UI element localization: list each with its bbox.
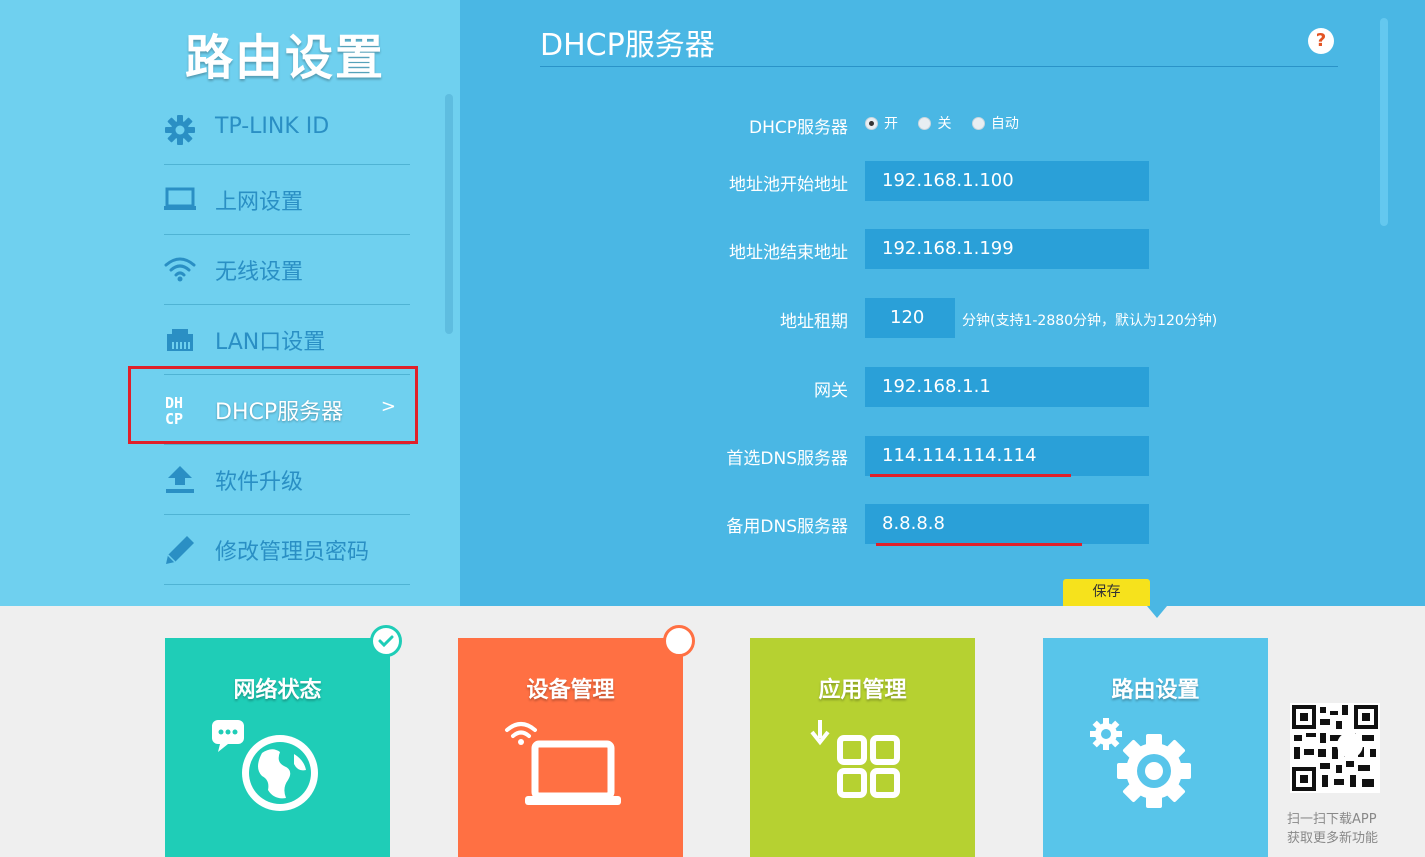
lease-hint: 分钟(支持1-2880分钟，默认为120分钟) xyxy=(962,313,1218,329)
wifi-icon xyxy=(164,254,196,284)
status-badge-icon xyxy=(663,625,695,657)
laptop-icon xyxy=(164,184,196,214)
sidebar-item-label: LAN口设置 xyxy=(215,330,326,355)
tile-network-status[interactable]: 网络状态 xyxy=(165,625,402,857)
pencil-icon xyxy=(164,534,196,564)
tile-label: 应用管理 xyxy=(818,678,907,703)
lan-port-icon xyxy=(164,324,196,354)
radio-dot-icon xyxy=(971,117,985,130)
sidebar-title: 路由设置 xyxy=(185,30,386,86)
radio-auto[interactable]: 自动 xyxy=(971,113,1019,133)
pool-start-input[interactable]: 192.168.1.100 xyxy=(865,161,1149,201)
sidebar-item-tplink-id[interactable]: TP-LINK ID xyxy=(164,94,410,165)
pool-end-label: 地址池结束地址 xyxy=(729,243,848,263)
gear-icon xyxy=(164,114,196,145)
lease-label: 地址租期 xyxy=(780,312,848,332)
upload-icon xyxy=(164,464,196,494)
sidebar-item-admin-password[interactable]: 修改管理员密码 xyxy=(164,514,410,585)
title-divider xyxy=(540,66,1338,67)
sidebar-item-label: 无线设置 xyxy=(215,260,304,285)
save-button[interactable]: 保存 xyxy=(1063,579,1150,606)
sidebar-item-internet[interactable]: 上网设置 xyxy=(164,164,410,235)
sidebar-item-label: 上网设置 xyxy=(215,190,304,215)
sidebar-item-upgrade[interactable]: 软件升级 xyxy=(164,444,410,515)
gateway-label: 网关 xyxy=(814,381,848,401)
laptop-wifi-icon xyxy=(505,722,621,805)
dns2-input[interactable]: 8.8.8.8 xyxy=(865,504,1149,544)
dns1-label: 首选DNS服务器 xyxy=(726,449,848,469)
dns1-input[interactable]: 114.114.114.114 xyxy=(865,436,1149,476)
tile-router-settings[interactable]: 路由设置 xyxy=(1043,638,1268,857)
dhcp-radio-group: 开 关 自动 xyxy=(865,113,1035,133)
pool-start-label: 地址池开始地址 xyxy=(729,175,848,195)
page-title: DHCP服务器 xyxy=(540,28,715,63)
sidebar-item-label: 修改管理员密码 xyxy=(215,540,370,565)
pool-end-input[interactable]: 192.168.1.199 xyxy=(865,229,1149,269)
radio-dot-icon xyxy=(865,117,878,130)
lease-input[interactable]: 120 xyxy=(865,298,955,338)
dns2-label: 备用DNS服务器 xyxy=(726,517,848,537)
sidebar-item-lan[interactable]: LAN口设置 xyxy=(164,304,410,375)
help-icon[interactable]: ? xyxy=(1308,28,1334,54)
gears-icon xyxy=(1090,718,1191,808)
sidebar-item-label: 软件升级 xyxy=(215,470,304,495)
dhcp-server-label: DHCP服务器 xyxy=(749,118,848,138)
main-panel: DHCP服务器 ? DHCP服务器 开 关 自动 地址池开始地址 192.168… xyxy=(460,0,1425,618)
main-scrollbar[interactable] xyxy=(1380,18,1388,226)
qr-caption-line1: 扫一扫下载APP xyxy=(1287,812,1377,827)
apps-grid-icon xyxy=(810,720,900,798)
dns1-annotation-underline xyxy=(870,474,1071,477)
sidebar-item-wireless[interactable]: 无线设置 xyxy=(164,234,410,305)
qr-code-icon[interactable] xyxy=(1290,703,1380,793)
tile-app-management[interactable]: 应用管理 xyxy=(750,638,975,857)
sidebar: 路由设置 TP-LINK ID 上网设置 无线设置 LAN口设置 DH CP DH… xyxy=(0,0,460,606)
radio-dot-icon xyxy=(918,117,932,130)
radio-on[interactable]: 开 xyxy=(865,113,898,133)
radio-off[interactable]: 关 xyxy=(918,113,951,133)
tile-device-management[interactable]: 设备管理 xyxy=(458,625,695,857)
tile-label: 设备管理 xyxy=(526,678,615,703)
qr-caption-line2: 获取更多新功能 xyxy=(1287,831,1379,846)
annotation-highlight-box xyxy=(128,366,418,444)
sidebar-scrollbar[interactable] xyxy=(445,94,453,334)
dns2-annotation-underline xyxy=(876,543,1082,546)
check-badge-icon xyxy=(370,625,402,657)
tile-label: 路由设置 xyxy=(1111,678,1200,703)
gateway-input[interactable]: 192.168.1.1 xyxy=(865,367,1149,407)
sidebar-item-label: TP-LINK ID xyxy=(215,114,330,139)
save-pointer xyxy=(1147,606,1167,618)
globe-icon xyxy=(212,720,318,811)
tile-label: 网络状态 xyxy=(233,678,322,703)
